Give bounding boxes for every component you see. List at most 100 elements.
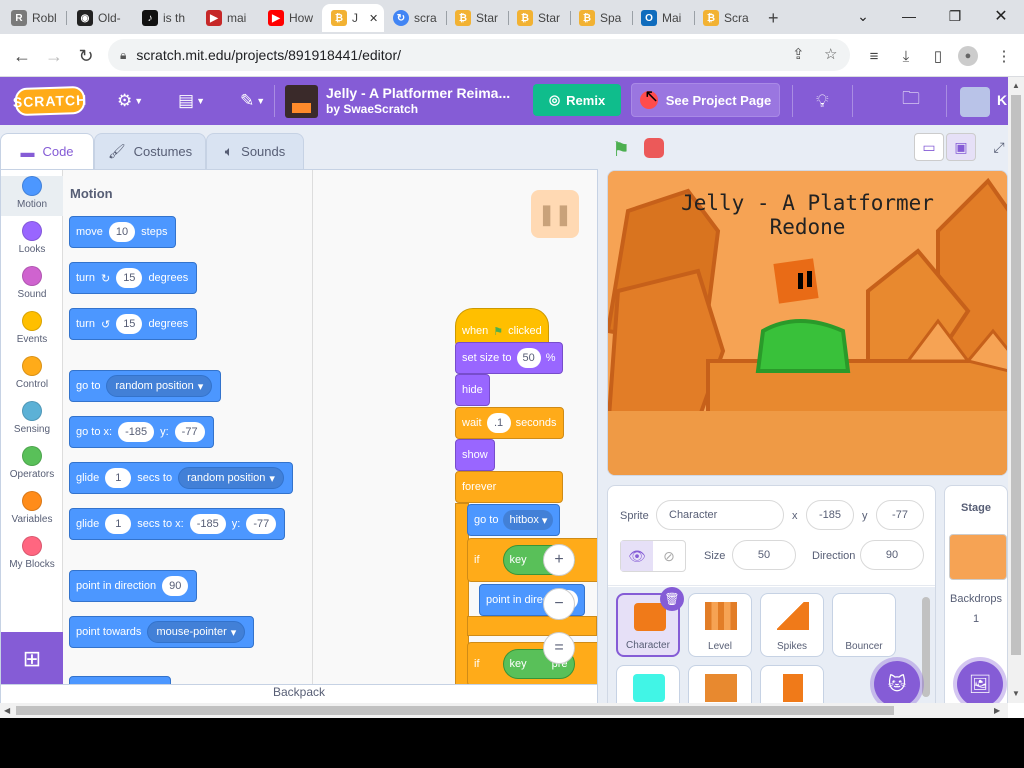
stop-button[interactable] xyxy=(644,138,664,158)
zoom-in-button[interactable]: + xyxy=(543,544,575,576)
avatar[interactable] xyxy=(960,87,990,117)
small-stage-button[interactable]: ▭ xyxy=(914,133,944,161)
minimize-icon[interactable]: — xyxy=(886,0,932,32)
backpack[interactable]: Backpack xyxy=(0,685,598,705)
block-dropdown[interactable]: random position ▾ xyxy=(178,467,284,489)
category-control[interactable]: Control xyxy=(1,356,63,390)
block-if[interactable]: ifkeypre xyxy=(467,538,597,582)
share-icon[interactable]: ⇪ xyxy=(792,45,805,63)
category-motion[interactable]: Motion xyxy=(1,176,63,216)
block-input[interactable]: 15 xyxy=(116,314,143,334)
block-input[interactable]: -185 xyxy=(189,514,226,534)
block-input[interactable]: 15 xyxy=(116,268,143,288)
category-sound[interactable]: Sound xyxy=(1,266,63,300)
zoom-out-button[interactable]: − xyxy=(543,588,575,620)
sprite-tile[interactable] xyxy=(760,665,824,704)
pause-icon[interactable]: ❚❚ xyxy=(531,190,579,238)
reload-icon[interactable]: ↻ xyxy=(72,42,100,70)
block-set-size[interactable]: set size to 50% xyxy=(455,342,563,374)
forward-icon[interactable]: → xyxy=(40,42,68,70)
download-icon[interactable]: ⤓ xyxy=(894,44,918,68)
block-input[interactable]: -77 xyxy=(174,422,205,442)
block-glide-to[interactable]: glide 1 secs to random position ▾ xyxy=(69,462,293,494)
stage-canvas[interactable]: Jelly - A Platformer Redone xyxy=(607,170,1008,476)
sprite-tile-level[interactable]: Level xyxy=(688,593,752,657)
block-forever[interactable]: forever xyxy=(455,471,563,503)
tab-costumes[interactable]: 🖌︎ Costumes xyxy=(94,133,206,169)
block-input[interactable]: 50 xyxy=(516,348,541,368)
block-partial[interactable] xyxy=(69,676,171,684)
new-tab-button[interactable]: + xyxy=(760,4,794,32)
browser-tab[interactable]: ♪ is th xyxy=(133,4,196,32)
block-go-to-hitbox[interactable]: go to hitbox ▾ xyxy=(467,504,561,536)
sprite-name-field[interactable]: Character xyxy=(656,500,784,530)
category-operators[interactable]: Operators xyxy=(1,446,63,480)
block-go-to-xy[interactable]: go to x: -185 y: -77 xyxy=(69,416,214,448)
size-field[interactable]: 50 xyxy=(732,540,796,570)
menu-icon[interactable]: ⋮ xyxy=(992,44,1016,68)
block-dropdown[interactable]: mouse-pointer ▾ xyxy=(147,621,246,643)
zoom-reset-button[interactable]: = xyxy=(543,632,575,664)
restore-icon[interactable]: ❐ xyxy=(932,0,978,32)
add-extension-button[interactable]: ⊞ xyxy=(1,632,63,684)
block-input[interactable]: -185 xyxy=(118,422,155,442)
category-looks[interactable]: Looks xyxy=(1,221,63,255)
tab-sounds[interactable]: 🔈︎ Sounds xyxy=(206,133,304,169)
delete-sprite-icon[interactable]: 🗑︎ xyxy=(660,587,684,611)
x-field[interactable]: -185 xyxy=(806,500,854,530)
block-when-flag-clicked[interactable]: when ⚑ clicked xyxy=(455,308,549,346)
scroll-thumb[interactable] xyxy=(1011,95,1021,655)
block-turn-left[interactable]: turn ↺ 15 degrees xyxy=(69,308,198,340)
browser-tab[interactable]: ↻ scra xyxy=(384,4,446,32)
url-field[interactable]: 🔒︎ scratch.mit.edu/projects/891918441/ed… xyxy=(108,39,850,71)
browser-tab[interactable]: ₿ Star xyxy=(508,4,570,32)
reading-list-icon[interactable]: ≡ xyxy=(862,44,886,68)
block-point-in-direction[interactable]: point in direction 90 xyxy=(69,570,198,602)
choose-backdrop-button[interactable]: 🖼︎ xyxy=(957,661,1003,707)
direction-field[interactable]: 90 xyxy=(860,540,924,570)
category-variables[interactable]: Variables xyxy=(1,491,63,525)
tab-search-icon[interactable]: ⌄ xyxy=(840,0,886,32)
project-title[interactable]: Jelly - A Platformer Reima... xyxy=(326,85,510,101)
category-sensing[interactable]: Sensing xyxy=(1,401,63,435)
block-input[interactable]: 1 xyxy=(105,514,132,534)
browser-tab-active[interactable]: ₿ J ✕ xyxy=(322,4,384,32)
category-events[interactable]: Events xyxy=(1,311,63,345)
block-turn-right[interactable]: turn ↻ 15 degrees xyxy=(69,262,198,294)
scroll-down-icon[interactable]: ▼ xyxy=(1012,689,1020,698)
page-horizontal-scrollbar[interactable]: ◀ ▶ xyxy=(0,703,1008,718)
block-input[interactable]: 10 xyxy=(108,222,136,242)
file-menu[interactable]: ▤ ▼ xyxy=(178,89,205,113)
sprite-tile[interactable] xyxy=(688,665,752,704)
block-show[interactable]: show xyxy=(455,439,495,471)
scroll-left-icon[interactable]: ◀ xyxy=(4,706,10,715)
block-input[interactable]: 90 xyxy=(162,576,189,596)
eye-icon[interactable]: 👁︎ xyxy=(621,541,653,571)
browser-tab[interactable]: ◉ Old- xyxy=(68,4,131,32)
block-if[interactable]: ifkeypre xyxy=(467,642,597,684)
profile-avatar-icon[interactable]: ● xyxy=(958,46,978,66)
block-wait[interactable]: wait .1 seconds xyxy=(455,407,564,439)
block-glide-to-xy[interactable]: glide 1 secs to x: -185 y: -77 xyxy=(69,508,286,540)
browser-tab[interactable]: ₿ Scra xyxy=(694,4,754,32)
close-window-icon[interactable]: ✕ xyxy=(978,0,1024,32)
username[interactable]: K xyxy=(997,92,1007,108)
category-my-blocks[interactable]: My Blocks xyxy=(1,536,63,570)
remix-button[interactable]: ◎ Remix xyxy=(533,84,621,116)
browser-tab[interactable]: O Mai xyxy=(632,4,694,32)
browser-tab[interactable]: ₿ Star xyxy=(446,4,508,32)
side-panel-icon[interactable]: ▯ xyxy=(926,44,950,68)
edit-menu[interactable]: ✎ ▼ xyxy=(240,89,265,113)
sprite-tile[interactable] xyxy=(616,665,680,704)
project-author[interactable]: by SwaeScratch xyxy=(326,102,418,116)
browser-tab[interactable]: ₿ Spa xyxy=(570,4,632,32)
back-icon[interactable]: ← xyxy=(8,42,36,70)
eye-off-icon[interactable]: ⊘ xyxy=(653,541,685,571)
block-go-to[interactable]: go to random position ▾ xyxy=(69,370,222,402)
bookmark-star-icon[interactable]: ☆ xyxy=(824,45,837,63)
scratch-logo[interactable]: SCRATCH xyxy=(13,85,87,117)
sprite-list-scrollbar[interactable] xyxy=(922,597,930,697)
block-move-steps[interactable]: move 10 steps xyxy=(69,216,177,248)
my-stuff-folder-icon[interactable]: 🗀 xyxy=(902,88,920,113)
scroll-up-icon[interactable]: ▲ xyxy=(1012,81,1020,90)
